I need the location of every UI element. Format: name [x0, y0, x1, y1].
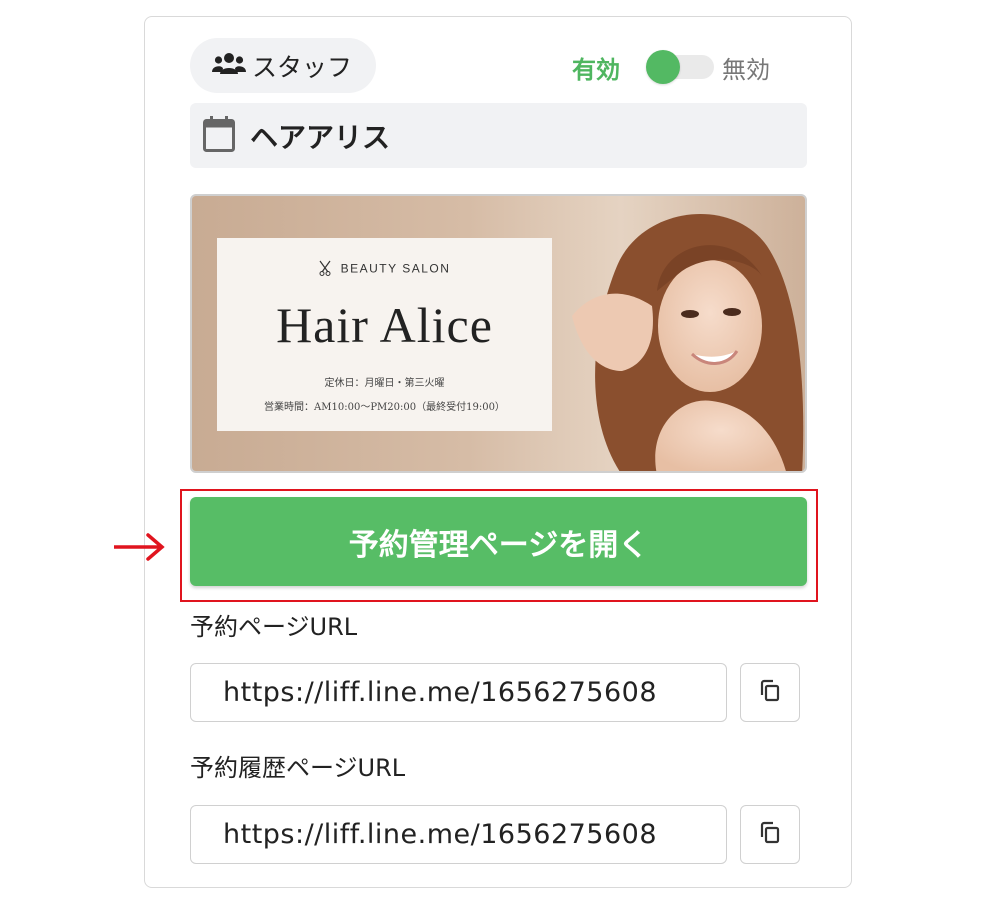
history-url-field[interactable] [190, 805, 727, 864]
status-toggle[interactable] [646, 50, 714, 84]
banner-text-panel: BEAUTY SALON Hair Alice 定休日：月曜日・第三火曜 営業時… [217, 238, 552, 431]
history-url-label: 予約履歴ページURL [190, 754, 406, 782]
salon-name-bar: ヘアアリス [190, 103, 807, 168]
banner-eyebrow: BEAUTY SALON [217, 260, 552, 279]
booking-url-field[interactable] [190, 663, 727, 722]
staff-chip-label: スタッフ [252, 52, 353, 82]
copy-icon [759, 679, 781, 706]
status-disabled-label: 無効 [722, 56, 770, 84]
banner-closed-days: 定休日：月曜日・第三火曜 [324, 378, 445, 389]
model-photo [572, 214, 804, 471]
status-enabled-label: 有効 [572, 56, 620, 84]
salon-name: ヘアアリス [250, 120, 391, 154]
users-icon [212, 52, 246, 80]
staff-chip[interactable]: スタッフ [190, 38, 376, 93]
scissors-icon [319, 260, 331, 279]
calendar-icon [202, 115, 236, 157]
banner-eyebrow-text: BEAUTY SALON [340, 261, 451, 276]
salon-banner-image: BEAUTY SALON Hair Alice 定休日：月曜日・第三火曜 営業時… [190, 194, 807, 473]
banner-business-hours: 営業時間：AM10:00～PM20:00（最終受付19:00） [264, 402, 505, 413]
copy-booking-url-button[interactable] [740, 663, 800, 722]
copy-history-url-button[interactable] [740, 805, 800, 864]
annotation-arrow [114, 533, 165, 561]
banner-brand-name: Hair Alice [276, 297, 493, 353]
open-booking-management-button[interactable]: 予約管理ページを開く [190, 497, 807, 586]
copy-icon [759, 821, 781, 848]
toggle-knob [646, 50, 680, 84]
booking-url-label: 予約ページURL [190, 613, 358, 641]
